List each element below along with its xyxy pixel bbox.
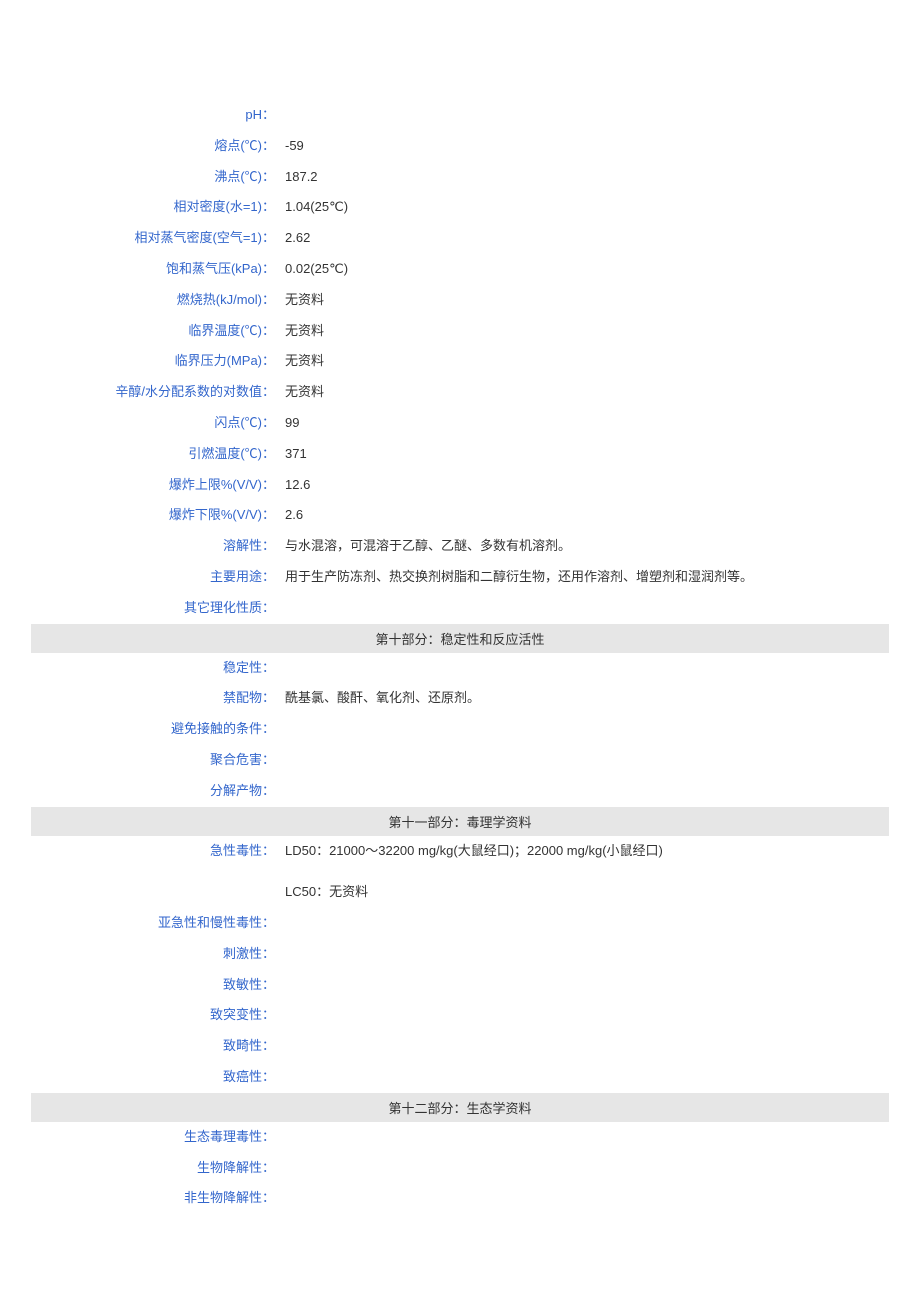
property-label: 其它理化性质： <box>31 598 281 619</box>
property-row: 熔点(℃)：-59 <box>31 131 889 162</box>
property-value: LD50：21000～32200 mg/kg(大鼠经口)；22000 mg/kg… <box>281 841 889 903</box>
property-value: 无资料 <box>281 382 889 403</box>
property-value: -59 <box>281 136 889 157</box>
property-row: 辛醇/水分配系数的对数值：无资料 <box>31 377 889 408</box>
property-row: 致癌性： <box>31 1062 889 1093</box>
property-value: 0.02(25℃) <box>281 259 889 280</box>
property-row: 相对蒸气密度(空气=1)：2.62 <box>31 223 889 254</box>
section-11-header: 第十一部分：毒理学资料 <box>31 807 889 836</box>
property-row: 临界压力(MPa)：无资料 <box>31 346 889 377</box>
property-row: 其它理化性质： <box>31 593 889 624</box>
property-value: 2.6 <box>281 505 889 526</box>
property-row: 致敏性： <box>31 970 889 1001</box>
property-value: 酰基氯、酸酐、氧化剂、还原剂。 <box>281 688 889 709</box>
property-row: 致突变性： <box>31 1000 889 1031</box>
property-label: 闪点(℃)： <box>31 413 281 434</box>
property-label: 临界压力(MPa)： <box>31 351 281 372</box>
property-label: 分解产物： <box>31 781 281 802</box>
property-row: 生物降解性： <box>31 1153 889 1184</box>
property-label: 禁配物： <box>31 688 281 709</box>
property-label: 爆炸上限%(V/V)： <box>31 475 281 496</box>
section-9-properties: pH： 熔点(℃)：-59 沸点(℃)：187.2 相对密度(水=1)：1.04… <box>31 100 889 624</box>
property-row: 刺激性： <box>31 939 889 970</box>
property-label: 引燃温度(℃)： <box>31 444 281 465</box>
property-label: pH： <box>31 105 281 126</box>
property-label: 聚合危害： <box>31 750 281 771</box>
property-row: 溶解性：与水混溶，可混溶于乙醇、乙醚、多数有机溶剂。 <box>31 531 889 562</box>
property-label: 刺激性： <box>31 944 281 965</box>
property-label: 生态毒理毒性： <box>31 1127 281 1148</box>
property-label: 亚急性和慢性毒性： <box>31 913 281 934</box>
property-label: 主要用途： <box>31 567 281 588</box>
property-label: 相对密度(水=1)： <box>31 197 281 218</box>
property-label: 致畸性： <box>31 1036 281 1057</box>
property-row: 避免接触的条件： <box>31 714 889 745</box>
property-label: 饱和蒸气压(kPa)： <box>31 259 281 280</box>
property-value: 无资料 <box>281 321 889 342</box>
property-row: 临界温度(℃)：无资料 <box>31 316 889 347</box>
property-row: 非生物降解性： <box>31 1183 889 1214</box>
property-value: 无资料 <box>281 351 889 372</box>
property-label: 沸点(℃)： <box>31 167 281 188</box>
property-row: 爆炸下限%(V/V)：2.6 <box>31 500 889 531</box>
section-12-ecology: 生态毒理毒性： 生物降解性： 非生物降解性： <box>31 1122 889 1214</box>
property-row: 闪点(℃)：99 <box>31 408 889 439</box>
property-row: 相对密度(水=1)：1.04(25℃) <box>31 192 889 223</box>
section-12-header: 第十二部分：生态学资料 <box>31 1093 889 1122</box>
property-value: 2.62 <box>281 228 889 249</box>
property-row: 致畸性： <box>31 1031 889 1062</box>
property-label: 熔点(℃)： <box>31 136 281 157</box>
property-value: 12.6 <box>281 475 889 496</box>
property-row: 沸点(℃)：187.2 <box>31 162 889 193</box>
section-10-stability: 稳定性： 禁配物：酰基氯、酸酐、氧化剂、还原剂。 避免接触的条件： 聚合危害： … <box>31 653 889 807</box>
property-row: 稳定性： <box>31 653 889 684</box>
property-label: 致敏性： <box>31 975 281 996</box>
property-row: 急性毒性：LD50：21000～32200 mg/kg(大鼠经口)；22000 … <box>31 836 889 908</box>
property-label: 致突变性： <box>31 1005 281 1026</box>
property-label: 燃烧热(kJ/mol)： <box>31 290 281 311</box>
property-row: 饱和蒸气压(kPa)：0.02(25℃) <box>31 254 889 285</box>
property-label: 相对蒸气密度(空气=1)： <box>31 228 281 249</box>
property-label: 生物降解性： <box>31 1158 281 1179</box>
property-value: 无资料 <box>281 290 889 311</box>
property-label: 致癌性： <box>31 1067 281 1088</box>
property-label: 避免接触的条件： <box>31 719 281 740</box>
property-value: 99 <box>281 413 889 434</box>
property-row: 禁配物：酰基氯、酸酐、氧化剂、还原剂。 <box>31 683 889 714</box>
property-row: pH： <box>31 100 889 131</box>
property-row: 聚合危害： <box>31 745 889 776</box>
property-value: 1.04(25℃) <box>281 197 889 218</box>
property-row: 生态毒理毒性： <box>31 1122 889 1153</box>
property-value: 187.2 <box>281 167 889 188</box>
property-label: 非生物降解性： <box>31 1188 281 1209</box>
property-label: 爆炸下限%(V/V)： <box>31 505 281 526</box>
property-value: 与水混溶，可混溶于乙醇、乙醚、多数有机溶剂。 <box>281 536 889 557</box>
section-10-header: 第十部分：稳定性和反应活性 <box>31 624 889 653</box>
property-label: 临界温度(℃)： <box>31 321 281 342</box>
property-row: 分解产物： <box>31 776 889 807</box>
property-value: 用于生产防冻剂、热交换剂树脂和二醇衍生物，还用作溶剂、增塑剂和湿润剂等。 <box>281 567 889 588</box>
property-row: 爆炸上限%(V/V)：12.6 <box>31 470 889 501</box>
property-label: 辛醇/水分配系数的对数值： <box>31 382 281 403</box>
property-row: 引燃温度(℃)：371 <box>31 439 889 470</box>
property-label: 急性毒性： <box>31 841 281 862</box>
property-value: 371 <box>281 444 889 465</box>
property-row: 主要用途：用于生产防冻剂、热交换剂树脂和二醇衍生物，还用作溶剂、增塑剂和湿润剂等… <box>31 562 889 593</box>
section-11-toxicology: 急性毒性：LD50：21000～32200 mg/kg(大鼠经口)；22000 … <box>31 836 889 1093</box>
property-row: 燃烧热(kJ/mol)：无资料 <box>31 285 889 316</box>
property-label: 稳定性： <box>31 658 281 679</box>
property-row: 亚急性和慢性毒性： <box>31 908 889 939</box>
property-label: 溶解性： <box>31 536 281 557</box>
